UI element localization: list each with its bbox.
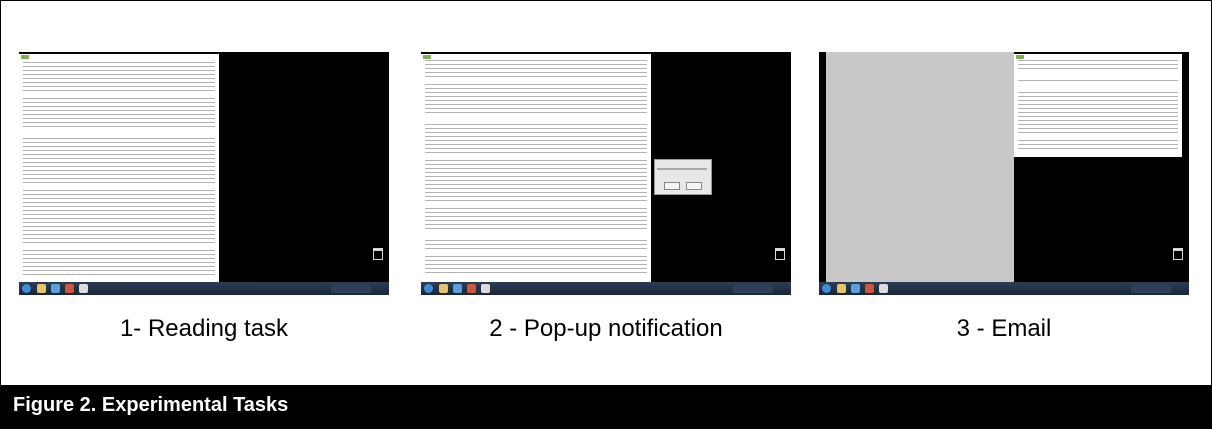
document-tab-icon bbox=[423, 55, 431, 59]
panel-2-caption: 2 - Pop-up notification bbox=[489, 315, 723, 342]
recycle-bin-icon[interactable] bbox=[373, 248, 383, 260]
reading-document bbox=[421, 54, 651, 282]
start-orb-icon[interactable] bbox=[424, 284, 433, 293]
recycle-bin-icon[interactable] bbox=[1173, 248, 1183, 260]
media-player-icon[interactable] bbox=[467, 284, 476, 293]
system-tray[interactable] bbox=[331, 284, 371, 293]
desktop bbox=[421, 52, 791, 282]
recycle-bin-icon[interactable] bbox=[775, 248, 785, 260]
taskbar bbox=[819, 282, 1189, 295]
taskbar bbox=[19, 282, 389, 295]
system-tray[interactable] bbox=[733, 284, 773, 293]
popup-ok-button[interactable] bbox=[664, 182, 680, 190]
email-tab-icon bbox=[1016, 55, 1024, 59]
screenshot-popup-notification bbox=[421, 52, 791, 295]
popup-message bbox=[657, 168, 707, 170]
email-window[interactable] bbox=[1014, 54, 1182, 157]
notification-popup[interactable] bbox=[654, 159, 712, 195]
panel-3-caption: 3 - Email bbox=[956, 315, 1052, 342]
figure-caption: Figure 2. Experimental Tasks bbox=[13, 394, 289, 416]
figure-caption-bar: Figure 2. Experimental Tasks bbox=[1, 385, 1211, 428]
file-explorer-icon[interactable] bbox=[837, 284, 846, 293]
file-explorer-icon[interactable] bbox=[439, 284, 448, 293]
system-tray[interactable] bbox=[1131, 284, 1171, 293]
ie-browser-icon[interactable] bbox=[851, 284, 860, 293]
taskbar bbox=[421, 282, 791, 295]
start-orb-icon[interactable] bbox=[22, 284, 31, 293]
ie-browser-icon[interactable] bbox=[453, 284, 462, 293]
app-icon[interactable] bbox=[481, 284, 490, 293]
reading-document bbox=[19, 54, 219, 282]
file-explorer-icon[interactable] bbox=[37, 284, 46, 293]
document-text bbox=[425, 60, 647, 276]
desktop bbox=[19, 52, 389, 282]
panel-1-caption: 1- Reading task bbox=[119, 315, 289, 342]
popup-cancel-button[interactable] bbox=[686, 182, 702, 190]
media-player-icon[interactable] bbox=[865, 284, 874, 293]
figure: 1- Reading task 2 - Pop-up notification … bbox=[0, 0, 1212, 429]
ie-browser-icon[interactable] bbox=[51, 284, 60, 293]
document-tab-icon bbox=[21, 55, 29, 59]
desktop bbox=[819, 52, 1189, 282]
screenshot-reading-task bbox=[19, 52, 389, 295]
app-icon[interactable] bbox=[879, 284, 888, 293]
app-icon[interactable] bbox=[79, 284, 88, 293]
start-orb-icon[interactable] bbox=[822, 284, 831, 293]
media-player-icon[interactable] bbox=[65, 284, 74, 293]
screenshot-email bbox=[819, 52, 1189, 295]
email-background-pane bbox=[826, 52, 1014, 282]
